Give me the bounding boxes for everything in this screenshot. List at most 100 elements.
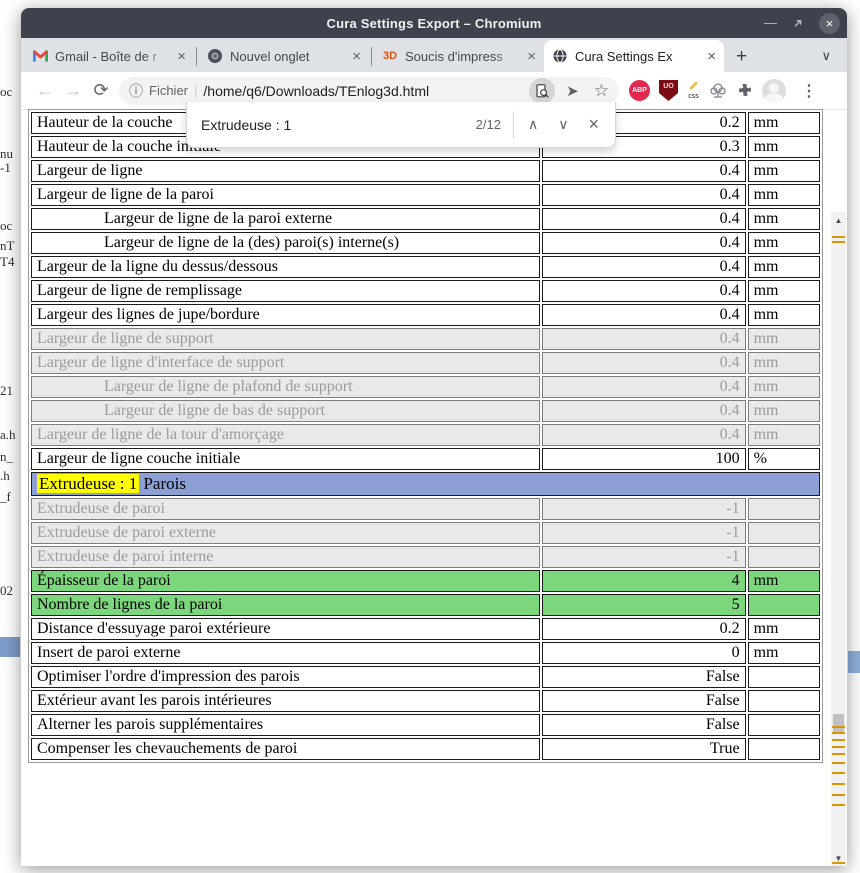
url-scheme-chip: Fichier [149,83,189,98]
setting-value: -1 [541,498,746,520]
close-button[interactable]: × [819,12,840,34]
setting-value: False [541,690,746,712]
page-info-icon[interactable]: ⓘ [129,81,143,101]
tab-soucis-impression[interactable]: 3D Soucis d'impress × [374,40,544,72]
tab-label: Soucis d'impress [405,48,503,64]
table-row: Épaisseur de la paroi 4 mm [31,570,820,592]
tab-close-button[interactable]: × [707,49,716,64]
setting-label: Alterner les parois supplémentaires [31,714,540,736]
setting-value: False [541,714,746,736]
tree-extension-button[interactable] [709,82,727,100]
setting-value: 4 [541,570,746,592]
find-match-marker [832,739,845,741]
table-row: Insert de paroi externe 0 mm [31,642,820,664]
setting-unit: mm [747,570,820,592]
setting-unit: mm [747,376,820,398]
setting-value: 5 [541,594,746,616]
setting-value: 0.4 [541,280,746,302]
setting-unit: mm [747,208,820,230]
find-match-marker [832,772,845,774]
background-text-fragment: oc [0,84,13,99]
find-next-button[interactable]: ∨ [548,116,578,133]
find-match-marker [832,746,845,748]
window-title: Cura Settings Export – Chromium [326,15,542,31]
settings-table-body: Hauteur de la couche 0.2 mm Hauteur de l… [31,112,820,760]
tab-close-button[interactable]: × [352,49,361,64]
css-editor-extension-button[interactable]: css [687,81,700,100]
tab-nouvel-onglet[interactable]: Nouvel onglet × [199,40,369,72]
setting-value: 0.4 [541,328,746,350]
find-query-input[interactable]: Extrudeuse : 1 [201,117,476,133]
table-row: Largeur de ligne de support 0.4 mm [31,328,820,350]
setting-label: Extrudeuse de paroi [31,498,540,520]
address-bar[interactable]: ⓘ Fichier | /home/q6/Downloads/TEnlog3d.… [119,76,619,105]
window-controls: — ➔ × [764,8,840,38]
setting-value: 100 [541,448,746,470]
restore-button[interactable]: ➔ [789,14,806,31]
forward-button[interactable]: → [59,80,87,101]
back-button[interactable]: ← [31,80,59,101]
titlebar[interactable]: Cura Settings Export – Chromium — ➔ × [21,8,847,38]
new-tab-button[interactable]: + [736,46,747,68]
adblock-plus-extension-button[interactable]: ABP [629,80,650,101]
table-row: Largeur de ligne de bas de support 0.4 m… [31,400,820,422]
find-match-marker [832,783,845,785]
background-window-fragment [0,637,20,657]
minimize-button[interactable]: — [764,16,777,29]
tab-close-button[interactable]: × [527,49,536,64]
reload-button[interactable]: ⟳ [87,80,115,101]
table-row: Extérieur avant les parois intérieures F… [31,690,820,712]
setting-value: 0.4 [541,304,746,326]
setting-unit: mm [747,256,820,278]
setting-label: Compenser les chevauchements de paroi [31,738,540,760]
find-close-button[interactable]: × [578,114,609,135]
scrollbar-thumb[interactable] [833,714,844,732]
tab-search-chevron-icon[interactable]: ∨ [821,48,831,64]
table-row: Optimiser l'ordre d'impression des paroi… [31,666,820,688]
setting-label: Épaisseur de la paroi [31,570,540,592]
table-row: Largeur de ligne de remplissage 0.4 mm [31,280,820,302]
setting-label: Extrudeuse de paroi externe [31,522,540,544]
vertical-scrollbar[interactable]: ▲ ▼ [831,212,846,866]
find-in-page-active-chip[interactable] [529,77,556,104]
find-previous-button[interactable]: ∧ [518,116,548,133]
tab-strip: Gmail - Boîte de r × Nouvel onglet × 3D … [21,38,847,72]
find-match-marker [832,794,845,796]
send-to-device-icon[interactable]: ➤ [561,82,584,100]
find-match-count: 2/12 [475,117,501,132]
browser-menu-button[interactable]: ⋮ [797,81,821,101]
tab-gmail[interactable]: Gmail - Boîte de r × [24,40,194,72]
table-row: Distance d'essuyage paroi extérieure 0.2… [31,618,820,640]
find-match-marker [832,762,845,764]
extensions-puzzle-icon[interactable] [736,82,753,99]
setting-value: 0.4 [541,160,746,182]
table-row: Largeur de la ligne du dessus/dessous 0.… [31,256,820,278]
bookmark-star-icon[interactable]: ☆ [590,81,613,101]
setting-label: Distance d'essuyage paroi extérieure [31,618,540,640]
url-text[interactable]: /home/q6/Downloads/TEnlog3d.html [203,83,523,99]
scroll-up-arrow[interactable]: ▲ [831,212,846,228]
setting-label: Largeur de ligne couche initiale [31,448,540,470]
setting-label: Largeur de ligne de la paroi [31,184,540,206]
table-row: Largeur de ligne de plafond de support 0… [31,376,820,398]
table-row: Extrudeuse de paroi interne -1 [31,546,820,568]
setting-value: 0.4 [541,184,746,206]
find-doc-magnifier-icon [536,83,549,98]
tab-close-button[interactable]: × [177,49,186,64]
setting-unit [747,594,820,616]
profile-avatar[interactable] [762,78,786,103]
section-header-cell: Extrudeuse : 1 Parois [31,472,820,496]
setting-unit [747,666,820,688]
setting-unit [747,522,820,544]
find-separator [512,110,514,139]
setting-unit: mm [747,328,820,350]
ublock-origin-extension-button[interactable]: UO [659,80,678,101]
setting-unit [747,498,820,520]
table-row: Extrudeuse de paroi externe -1 [31,522,820,544]
tab-cura-settings-active[interactable]: Cura Settings Ex × [544,40,724,72]
scroll-down-arrow[interactable]: ▼ [831,850,846,866]
setting-unit: mm [747,352,820,374]
find-highlighted-text: Extrudeuse : 1 [37,474,140,493]
background-text-fragment: a.h [0,427,16,442]
setting-label: Extérieur avant les parois intérieures [31,690,540,712]
